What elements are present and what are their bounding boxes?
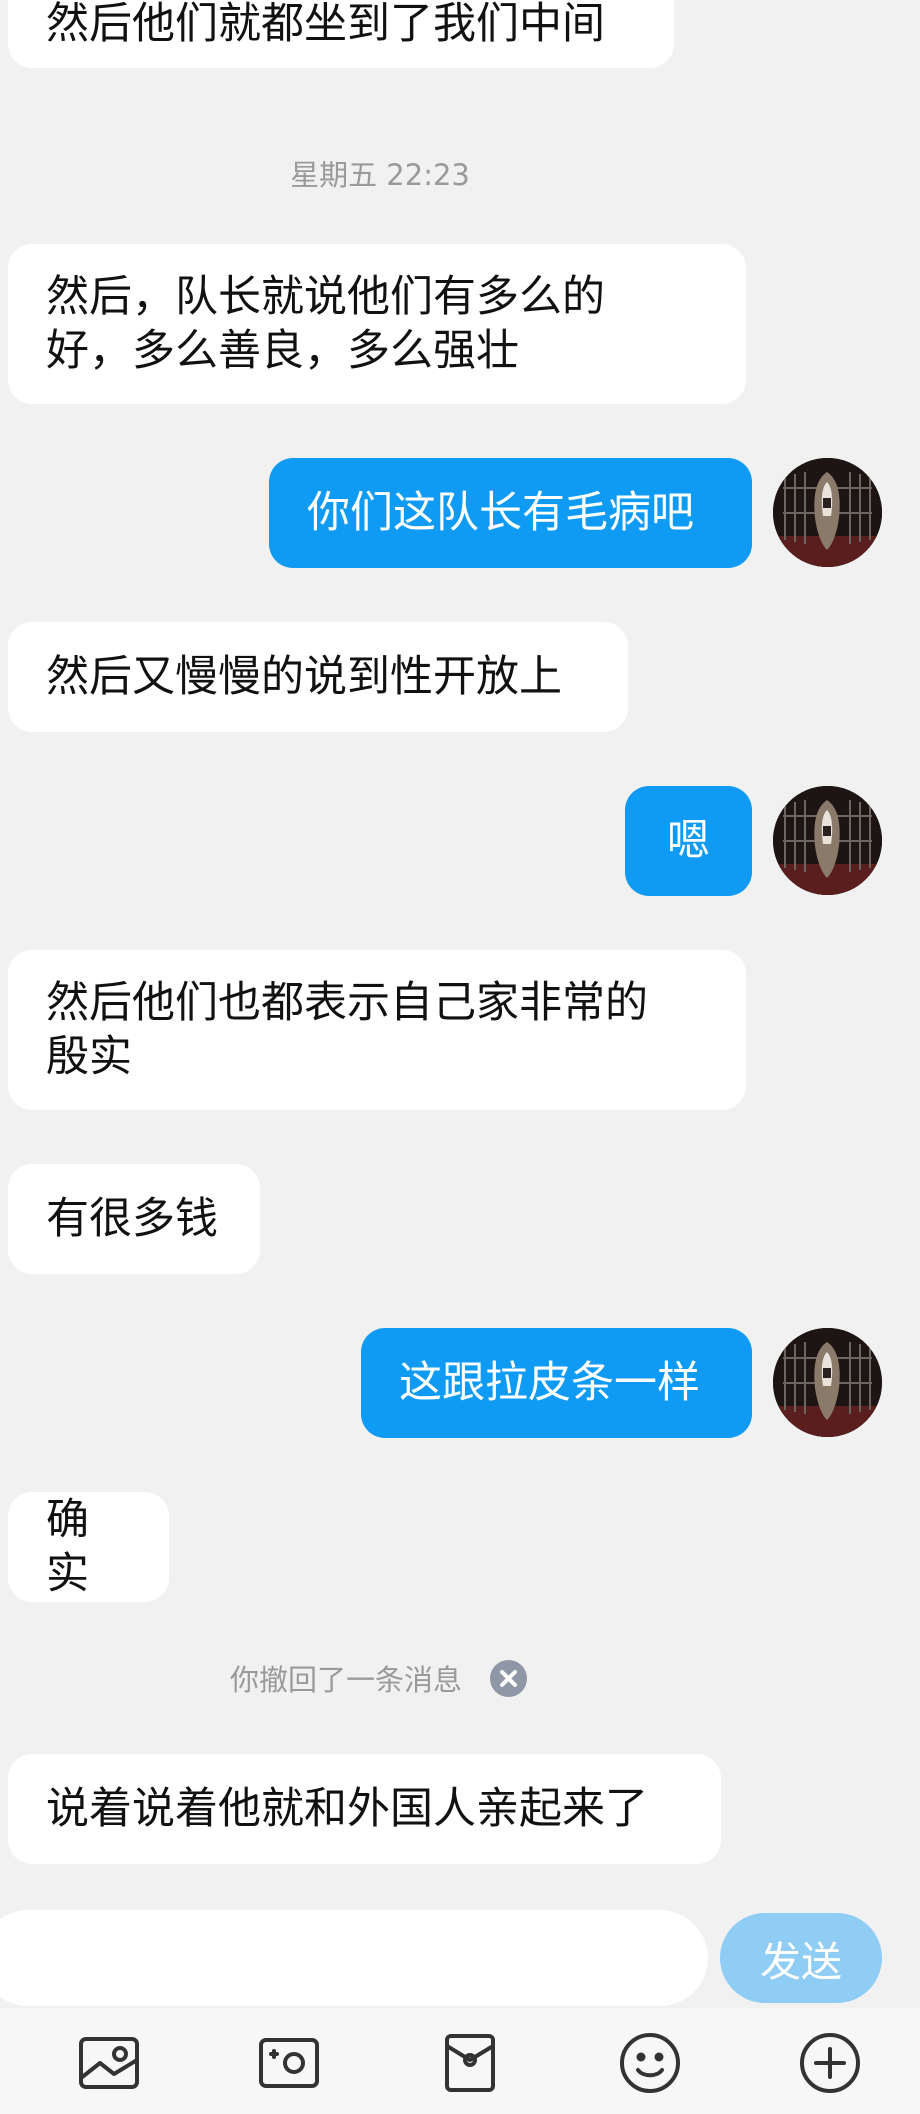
message-text: 确实	[46, 1495, 89, 1599]
message-timestamp: 星期五 22:23	[290, 158, 470, 192]
bottom-toolbar	[0, 2008, 920, 2114]
message-received[interactable]: 确实	[8, 1492, 169, 1602]
message-sent[interactable]: 你们这队长有毛病吧	[269, 458, 752, 568]
recall-notice: 你撤回了一条消息	[230, 1658, 528, 1698]
message-received[interactable]: 说着说着他就和外国人亲起来了	[8, 1754, 721, 1864]
message-text: 你们这队长有毛病吧	[307, 488, 694, 538]
close-icon[interactable]	[490, 1659, 528, 1697]
plus-icon[interactable]	[797, 2030, 863, 2096]
message-text: 嗯	[667, 816, 710, 866]
message-text-line: 好，多么善良，多么强壮	[46, 326, 519, 376]
chat-history[interactable]: 然后他们就都坐到了我们中间 星期五 22:23 然后，队长就说他们有多么的 好，…	[0, 0, 920, 1888]
message-received[interactable]: 有很多钱	[8, 1164, 260, 1274]
message-sent[interactable]: 这跟拉皮条一样	[361, 1328, 752, 1438]
recall-notice-text: 你撤回了一条消息	[230, 1663, 463, 1697]
message-received[interactable]: 然后又慢慢的说到性开放上	[8, 622, 628, 732]
message-input[interactable]	[0, 1910, 708, 2006]
message-sent[interactable]: 嗯	[625, 786, 752, 896]
message-received[interactable]: 然后他们就都坐到了我们中间	[8, 0, 674, 68]
message-text: 有很多钱	[46, 1194, 218, 1244]
message-text: 这跟拉皮条一样	[399, 1358, 700, 1408]
avatar[interactable]	[773, 786, 882, 895]
emoji-icon[interactable]	[617, 2030, 683, 2096]
image-icon[interactable]	[76, 2030, 142, 2096]
message-text: 然后他们就都坐到了我们中间	[46, 0, 605, 49]
message-text-line: 然后，队长就说他们有多么的	[46, 272, 605, 322]
composer: 发送	[0, 1888, 920, 2008]
message-text-line: 殷实	[46, 1032, 132, 1082]
avatar[interactable]	[773, 1328, 882, 1437]
message-text-line: 然后他们也都表示自己家非常的	[46, 978, 648, 1028]
red-packet-icon[interactable]	[437, 2030, 503, 2096]
message-text: 然后又慢慢的说到性开放上	[46, 652, 562, 702]
message-received[interactable]: 然后他们也都表示自己家非常的 殷实	[8, 950, 746, 1110]
message-text: 说着说着他就和外国人亲起来了	[46, 1784, 648, 1834]
avatar[interactable]	[773, 458, 882, 567]
send-button[interactable]: 发送	[720, 1913, 882, 2003]
camera-icon[interactable]	[256, 2030, 322, 2096]
message-received[interactable]: 然后，队长就说他们有多么的 好，多么善良，多么强壮	[8, 244, 746, 404]
